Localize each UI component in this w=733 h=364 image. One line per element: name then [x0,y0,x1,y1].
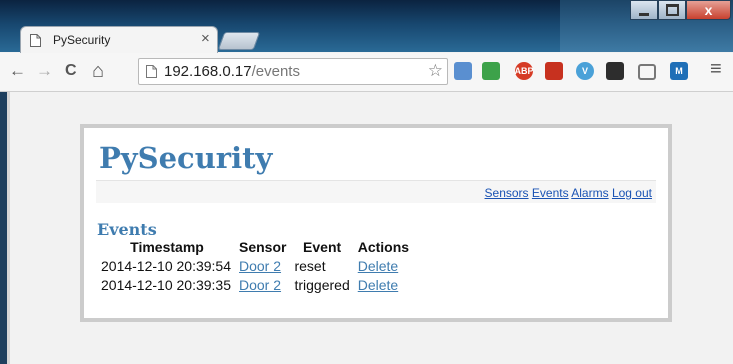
address-bar[interactable]: 192.168.0.17/events ☆ [138,58,448,85]
browser-toolbar: ← → C ⌂ 192.168.0.17/events ☆ ABP V M ≡ [0,53,733,92]
delete-link[interactable]: Delete [358,258,398,274]
column-header-timestamp: Timestamp [130,239,204,255]
nav-bar: Sensors Events Alarms Log out [96,180,656,203]
events-table: Timestamp Sensor Event Actions 2014-12-1… [99,238,413,294]
browser-tab[interactable]: PySecurity × [20,26,218,54]
m-extension-icon[interactable]: M [670,62,688,80]
window-controls: x [630,0,731,21]
film-extension-icon[interactable] [606,62,624,80]
column-header-sensor: Sensor [239,239,287,255]
back-arrow-icon[interactable]: ← [9,62,26,80]
page-icon [30,34,41,47]
window-border-inner [7,92,10,364]
maximize-icon [665,4,679,16]
event-cell: triggered [294,277,350,293]
sensor-link[interactable]: Door 2 [239,277,281,293]
sensor-link[interactable]: Door 2 [239,258,281,274]
nav-link-sensors[interactable]: Sensors [485,186,529,200]
nav-link-logout[interactable]: Log out [612,186,652,200]
plus-extension-icon[interactable] [545,62,563,80]
column-header-actions: Actions [357,239,410,255]
tab-close-icon[interactable]: × [201,30,210,47]
url-text[interactable]: 192.168.0.17/events [164,63,300,80]
delete-link[interactable]: Delete [358,277,398,293]
maximize-button[interactable] [658,0,686,20]
minimize-icon [639,12,649,16]
page-icon [146,65,157,78]
table-header-row: Timestamp Sensor Event Actions [99,238,413,256]
content-container: PySecurity Sensors Events Alarms Log out… [80,124,672,322]
nav-link-alarms[interactable]: Alarms [571,186,608,200]
adblock-extension-icon[interactable]: ABP [515,62,534,80]
home-icon[interactable]: ⌂ [92,61,104,81]
window-border [0,92,7,364]
timestamp-cell: 2014-12-10 20:39:35 [101,277,231,293]
event-cell: reset [294,258,326,274]
pocket-extension-icon[interactable] [482,62,500,80]
nav-links: Sensors Events Alarms Log out [485,186,652,200]
nav-link-events[interactable]: Events [532,186,569,200]
url-path: /events [251,63,300,80]
cast-icon[interactable] [638,64,656,80]
tab-title: PySecurity [53,33,111,47]
new-tab-button[interactable] [217,32,261,50]
forward-arrow-icon[interactable]: → [36,62,53,80]
timestamp-cell: 2014-12-10 20:39:54 [101,258,231,274]
site-title: PySecurity [99,141,273,175]
url-host: 192.168.0.17 [164,63,252,80]
table-row: 2014-12-10 20:39:35 Door 2 triggered Del… [99,275,413,294]
search-extension-icon[interactable] [454,62,472,80]
close-button[interactable]: x [686,0,731,20]
menu-icon[interactable]: ≡ [710,59,722,79]
column-header-event: Event [303,239,342,255]
section-title: Events [97,220,157,239]
close-icon: x [704,2,713,18]
v-extension-icon[interactable]: V [576,62,594,80]
bookmark-star-icon[interactable]: ☆ [428,61,443,81]
table-row: 2014-12-10 20:39:54 Door 2 reset Delete [99,256,413,275]
minimize-button[interactable] [630,0,658,20]
reload-icon[interactable]: C [65,62,77,80]
